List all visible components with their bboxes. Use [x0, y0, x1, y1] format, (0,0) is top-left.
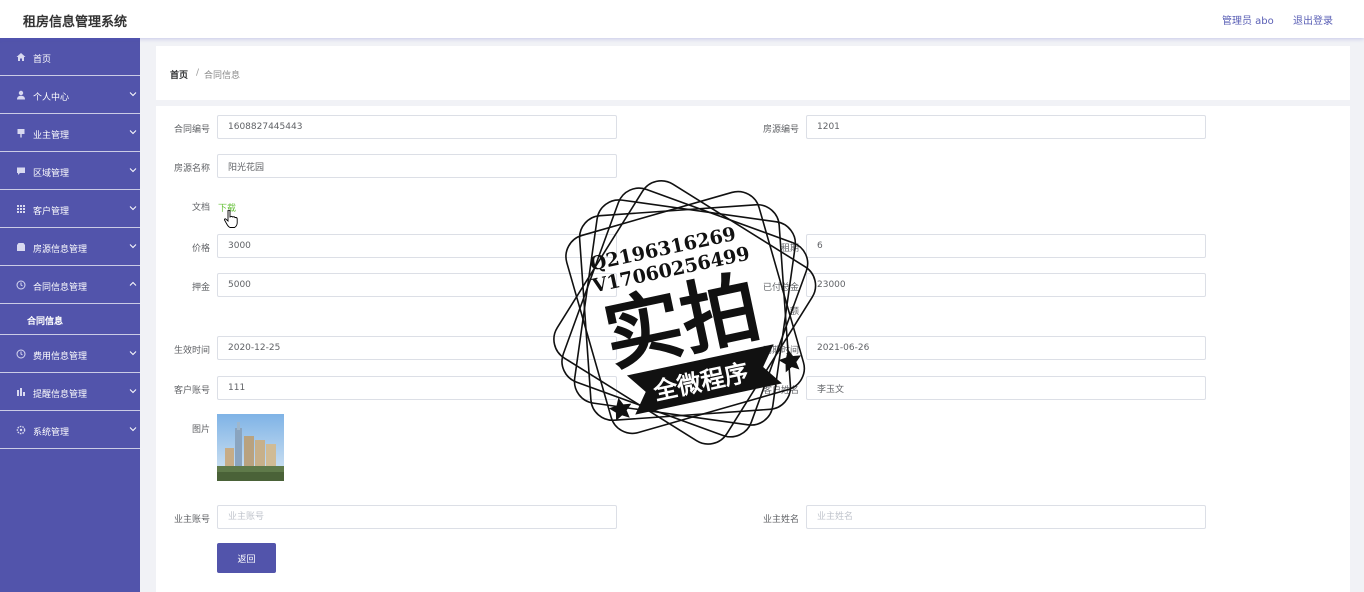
contract-no-label: 合同编号: [173, 125, 210, 135]
logout-link[interactable]: 退出登录: [1293, 12, 1333, 27]
sidebar: 首页 个人中心 业主管理 区域管理 客户管理 房源信息管理 合同信息管理 合同信…: [0, 38, 140, 592]
customer-account-label: 客户账号: [173, 386, 210, 396]
deposit-label: 押金: [191, 283, 210, 293]
clock-icon: [16, 349, 26, 359]
chart-icon: [16, 387, 26, 397]
chevron-down-icon: [129, 389, 137, 394]
sidebar-item-area-management[interactable]: 区域管理: [0, 152, 140, 190]
sidebar-item-label: 合同信息管理: [33, 283, 88, 293]
sidebar-item-owner-management[interactable]: 业主管理: [0, 114, 140, 152]
end-date-input[interactable]: [806, 336, 1206, 360]
app-title: 租房信息管理系统: [23, 15, 128, 30]
house-picture[interactable]: [217, 414, 284, 481]
chat-icon: [16, 166, 26, 176]
start-date-label: 生效时间: [173, 346, 210, 356]
gear-icon: [16, 425, 26, 435]
picture-label: 图片: [191, 425, 210, 435]
box-icon: [16, 242, 26, 252]
chevron-down-icon: [129, 351, 137, 356]
chevron-down-icon: [129, 427, 137, 432]
chevron-up-icon: [129, 281, 137, 286]
sidebar-item-label: 费用信息管理: [33, 352, 88, 362]
sidebar-item-contract-info-management[interactable]: 合同信息管理: [0, 266, 140, 304]
sidebar-item-label: 业主管理: [33, 131, 70, 141]
breadcrumb: 首页 / 合同信息: [156, 46, 1350, 100]
sidebar-item-label: 房源信息管理: [33, 245, 88, 255]
sidebar-item-label: 区域管理: [33, 169, 70, 179]
home-icon: [16, 52, 26, 62]
price-label: 价格: [191, 244, 210, 254]
hand-cursor-icon: [224, 209, 238, 228]
chevron-down-icon: [129, 168, 137, 173]
sidebar-item-reminder-info-management[interactable]: 提醒信息管理: [0, 373, 140, 411]
house-name-label: 房源名称: [173, 164, 210, 174]
user-icon: [16, 90, 26, 100]
house-no-input[interactable]: [806, 115, 1206, 139]
admin-user[interactable]: 管理员 abo: [1222, 12, 1274, 27]
back-button[interactable]: 返回: [217, 543, 276, 573]
sidebar-item-personal-center[interactable]: 个人中心: [0, 76, 140, 114]
sidebar-item-system-management[interactable]: 系统管理: [0, 411, 140, 449]
sidebar-item-label: 首页: [33, 55, 52, 65]
sidebar-item-label: 系统管理: [33, 428, 70, 438]
chevron-down-icon: [129, 206, 137, 211]
grid-icon: [16, 204, 26, 214]
document-label: 文档: [191, 203, 210, 213]
sidebar-item-label: 合同信息: [27, 317, 64, 327]
house-picture-image: [217, 414, 284, 481]
contract-no-input[interactable]: [217, 115, 617, 139]
sidebar-item-customer-management[interactable]: 客户管理: [0, 190, 140, 228]
top-bar: 租房信息管理系统 管理员 abo 退出登录: [0, 0, 1364, 38]
pin-icon: [16, 128, 26, 138]
sidebar-item-label: 客户管理: [33, 207, 70, 217]
chevron-down-icon: [129, 244, 137, 249]
sidebar-subitem-contract-info[interactable]: 合同信息: [0, 304, 140, 335]
sidebar-item-house-info-management[interactable]: 房源信息管理: [0, 228, 140, 266]
house-no-label: 房源编号: [762, 125, 799, 135]
breadcrumb-separator: /: [196, 68, 200, 78]
sidebar-item-fee-info-management[interactable]: 费用信息管理: [0, 335, 140, 373]
clock-icon: [16, 280, 26, 290]
chevron-down-icon: [129, 130, 137, 135]
breadcrumb-current: 合同信息: [204, 71, 241, 81]
total-paid-input[interactable]: [806, 273, 1206, 297]
owner-account-label: 业主账号: [173, 515, 210, 525]
breadcrumb-home[interactable]: 首页: [170, 68, 188, 81]
lease-term-input[interactable]: [806, 234, 1206, 258]
owner-name-label: 业主姓名: [762, 515, 799, 525]
customer-name-input[interactable]: [806, 376, 1206, 400]
sidebar-item-label: 提醒信息管理: [33, 390, 88, 400]
owner-account-input[interactable]: [217, 505, 617, 529]
chevron-down-icon: [129, 92, 137, 97]
sidebar-item-home[interactable]: 首页: [0, 38, 140, 76]
sidebar-item-label: 个人中心: [33, 93, 70, 103]
owner-name-input[interactable]: [806, 505, 1206, 529]
watermark-stamp: Q2196316269 V17060256499 实拍 全微程序: [553, 180, 817, 445]
